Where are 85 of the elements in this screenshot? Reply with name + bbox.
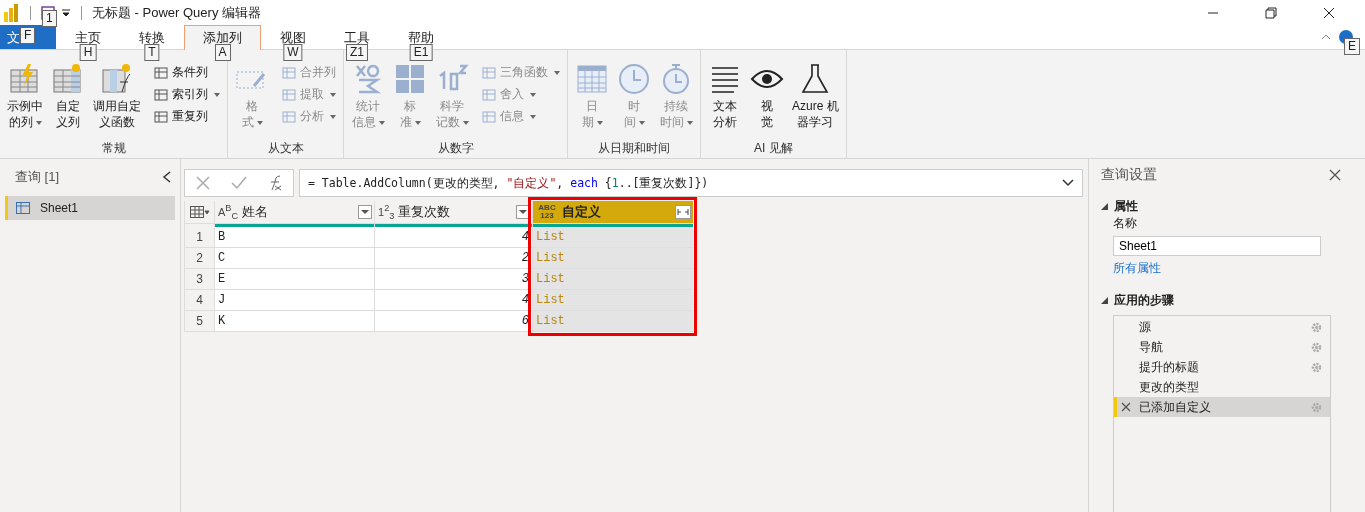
pane-title: 查询设置 bbox=[1101, 166, 1157, 184]
column-icon bbox=[481, 86, 497, 103]
field-label: 名称 bbox=[1113, 215, 1138, 232]
column-icon bbox=[153, 64, 169, 81]
section-heading: 应用的步骤 bbox=[1114, 291, 1174, 309]
table-cell: List bbox=[533, 227, 693, 248]
table-cell: List bbox=[533, 269, 693, 290]
applied-step[interactable]: 更改的类型 bbox=[1114, 377, 1330, 397]
row-number: 3 bbox=[185, 269, 214, 290]
group-label: 从数字 bbox=[436, 140, 475, 156]
all-properties-link[interactable]: 所有属性 bbox=[1113, 261, 1161, 275]
applied-step[interactable]: 提升的标题 bbox=[1114, 357, 1330, 377]
restore-icon[interactable] bbox=[1265, 6, 1277, 19]
customize-caret-icon[interactable] bbox=[61, 7, 71, 18]
delete-icon[interactable] bbox=[1121, 402, 1131, 412]
type-label: ABC 123 bbox=[537, 204, 557, 220]
table-cell: List bbox=[533, 290, 693, 311]
ribbon-button[interactable]: 视 觉 bbox=[747, 60, 787, 132]
ribbon-button[interactable]: 自定 义列 bbox=[48, 60, 88, 132]
keytip-tooltip: A bbox=[214, 44, 231, 61]
row-number: 2 bbox=[185, 248, 214, 269]
row-number: 4 bbox=[185, 290, 214, 311]
table-cell: List bbox=[533, 248, 693, 269]
collapse-triangle-icon[interactable] bbox=[1101, 202, 1108, 210]
table-menu-icon[interactable] bbox=[190, 206, 210, 218]
keytip-tooltip: T bbox=[144, 44, 160, 61]
ribbon-button[interactable]: Azure 机 器学习 bbox=[789, 60, 842, 132]
check-icon[interactable] bbox=[231, 176, 247, 190]
close-icon[interactable] bbox=[1323, 6, 1335, 19]
group-label: 常规 bbox=[100, 140, 127, 156]
save-icon[interactable] bbox=[41, 5, 55, 20]
keytip-tooltip: F bbox=[20, 27, 36, 44]
column-header[interactable]: A$^{B}$$_{C}$ 姓名 bbox=[215, 201, 374, 224]
ribbon-button[interactable]: 索引列 bbox=[150, 84, 223, 105]
keytip-tooltip: Z1 bbox=[346, 44, 368, 61]
ribbon-button[interactable]: 重复列 bbox=[150, 106, 223, 127]
applied-step[interactable]: 源 bbox=[1114, 317, 1330, 337]
column-header[interactable]: 1$^{2}$$_{3}$ 重复次数 bbox=[375, 201, 532, 224]
column-icon bbox=[481, 108, 497, 125]
group-label: 从日期和时间 bbox=[597, 140, 671, 156]
ribbon-button[interactable]: 示例中 的列 bbox=[4, 60, 46, 132]
collapse-triangle-icon[interactable] bbox=[1101, 296, 1108, 304]
column-name: 自定义 bbox=[562, 203, 601, 221]
column-icon bbox=[281, 86, 297, 103]
applied-step[interactable]: 导航 bbox=[1114, 337, 1330, 357]
column-icon bbox=[153, 108, 169, 125]
close-icon[interactable] bbox=[1329, 169, 1341, 181]
query-item[interactable]: Sheet1 bbox=[5, 196, 175, 220]
expand-chevron-icon[interactable] bbox=[1062, 179, 1074, 187]
calendar-icon bbox=[575, 62, 609, 96]
formula-field[interactable]: = Table.AddColumn(更改的类型, "自定义", each {1..[重复次数]}) bbox=[299, 169, 1083, 197]
keytip-tooltip: E bbox=[1344, 38, 1360, 55]
column-name: 姓名 bbox=[242, 203, 269, 221]
group-label: 从文本 bbox=[266, 140, 305, 156]
keytip-tooltip: W bbox=[283, 44, 303, 61]
column-icon bbox=[281, 108, 297, 125]
row-number: 5 bbox=[185, 311, 214, 332]
clock-icon bbox=[617, 62, 651, 96]
calculator-icon bbox=[393, 62, 427, 96]
section-heading: 属性 bbox=[1114, 197, 1138, 215]
pane-title: 查询 [1] bbox=[15, 168, 60, 186]
column-icon bbox=[281, 64, 297, 81]
column-icon bbox=[153, 86, 169, 103]
keytip-tooltip: H bbox=[79, 44, 97, 61]
keytip-tooltip: 1 bbox=[42, 9, 57, 27]
collapse-ribbon-icon[interactable] bbox=[1321, 33, 1331, 41]
name-field[interactable]: Sheet1 bbox=[1113, 236, 1321, 256]
ribbon-button[interactable]: 调用自定 义函数 bbox=[90, 60, 144, 132]
column-name: 重复次数 bbox=[398, 203, 451, 221]
row-number: 1 bbox=[185, 227, 214, 248]
table-cell: List bbox=[533, 311, 693, 332]
keytip-tooltip: E1 bbox=[409, 44, 433, 61]
group-label: AI 见解 bbox=[753, 140, 794, 156]
expand-icon[interactable] bbox=[675, 205, 691, 219]
ribbon-button[interactable]: 条件列 bbox=[150, 62, 223, 83]
table-icon bbox=[16, 202, 30, 214]
applied-step[interactable]: 已添加自定义 bbox=[1114, 397, 1330, 417]
filter-dropdown-icon[interactable] bbox=[358, 205, 372, 219]
collapse-icon[interactable] bbox=[162, 171, 172, 183]
table-menu[interactable] bbox=[185, 201, 214, 224]
window-title: 无标题 - Power Query 编辑器 bbox=[92, 3, 262, 22]
app-logo-icon bbox=[4, 3, 20, 22]
column-icon bbox=[481, 64, 497, 81]
ribbon-button[interactable]: 文本 分析 bbox=[705, 60, 745, 132]
function-icon[interactable] bbox=[268, 175, 283, 191]
